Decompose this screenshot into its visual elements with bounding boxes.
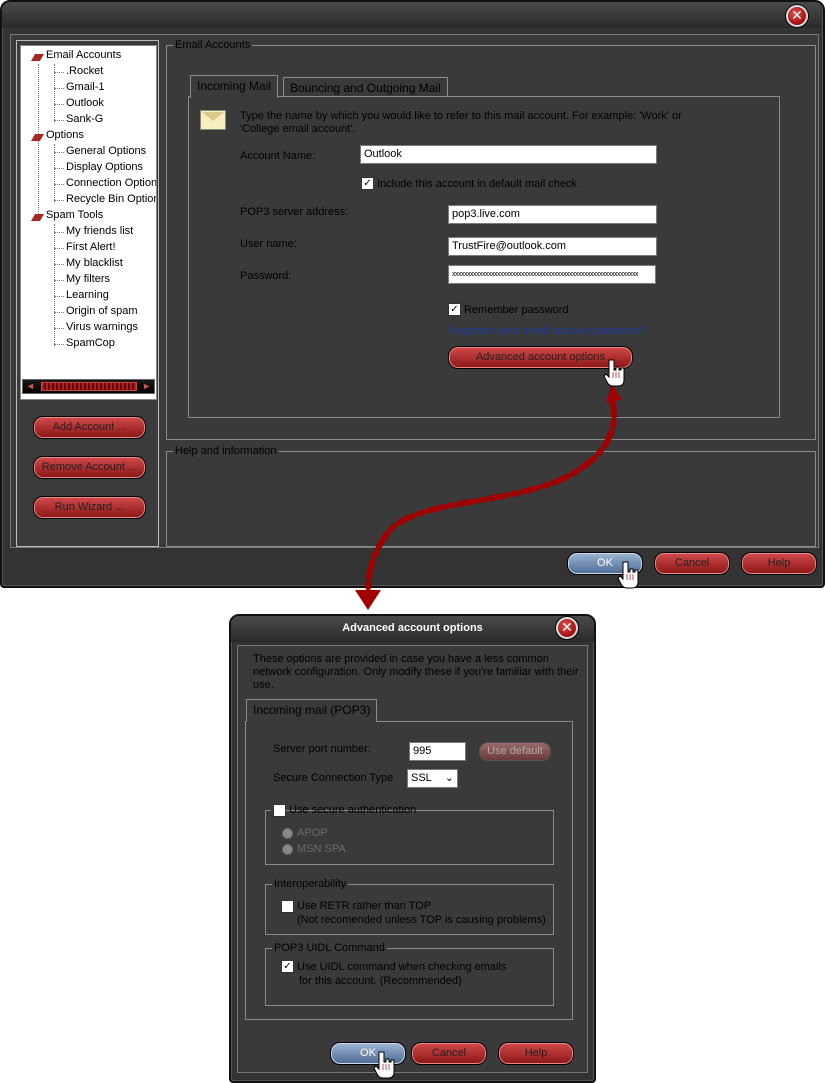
secure-connection-label: Secure Connection Type [273,772,394,784]
tab-incoming-mail[interactable]: Incoming Mail [190,75,279,98]
chevron-down-icon: ⌄ [444,772,454,784]
dialog-help-button[interactable]: Help [498,1042,574,1065]
close-icon: ✕ [561,619,573,635]
apop-radio[interactable] [282,828,293,839]
use-uidl-checkbox[interactable]: ✓ [281,960,294,973]
dialog-close-button[interactable]: ✕ [556,617,578,639]
use-uidl-label-line1: Use UIDL command when checking emails [297,961,507,973]
server-port-field[interactable]: 995 [409,742,466,761]
secure-auth-header: Use secure authentication [271,803,416,817]
hand-cursor-icon [373,1051,395,1079]
apop-label: APOP [297,827,328,839]
hand-cursor-icon [603,359,625,387]
use-uidl-label-line2: for this account. (Recommended) [299,975,462,987]
use-secure-auth-label: Use secure authentication [289,804,417,816]
secure-connection-value: SSL [411,772,432,784]
dialog-description-line3: use. [253,679,274,691]
server-port-label: Server port number: [273,743,371,755]
use-retr-note: (Not recomended unless TOP is causing pr… [297,914,546,926]
use-retr-checkbox[interactable] [281,900,294,913]
use-retr-label: Use RETR rather than TOP [297,900,432,912]
msn-spa-radio[interactable] [282,844,293,855]
interoperability-label: Interoperability [272,878,349,890]
dialog-title: Advanced account options [342,622,483,634]
use-default-button[interactable]: Use default [479,742,551,761]
use-secure-auth-checkbox[interactable] [273,804,286,817]
arrow-head-down-icon [355,590,381,610]
dialog-description-line1: These options are provided in case you h… [253,653,549,665]
tab-incoming-pop3[interactable]: Incoming mail (POP3) [246,699,378,722]
msn-spa-label: MSN SPA [297,843,346,855]
hand-cursor-icon [617,561,639,589]
pop3-uidl-label: POP3 UIDL Command [272,942,387,954]
dialog-description-line2: network configuration. Only modify these… [253,666,579,678]
dialog-cancel-button[interactable]: Cancel [411,1042,487,1065]
secure-connection-select[interactable]: SSL ⌄ [407,769,458,788]
